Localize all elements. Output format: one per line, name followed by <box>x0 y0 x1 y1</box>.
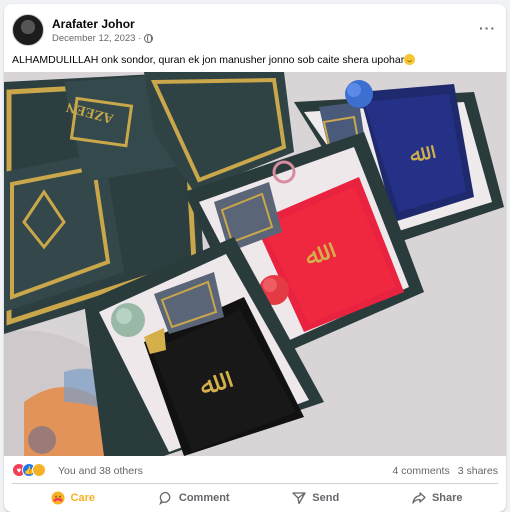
post-meta: December 12, 2023 · <box>52 33 154 44</box>
reaction-icons[interactable]: ♥ 👍 <box>12 463 46 477</box>
send-label: Send <box>312 492 340 504</box>
shares-count[interactable]: 3 shares <box>458 465 498 477</box>
author-avatar[interactable] <box>12 14 44 46</box>
share-button[interactable]: Share <box>377 486 499 510</box>
send-button[interactable]: Send <box>255 486 377 510</box>
post-date[interactable]: December 12, 2023 · <box>52 33 141 44</box>
reactions-summary[interactable]: You and 38 others <box>58 465 143 477</box>
caption-text: ALHAMDULILLAH onk sondor, quran ek jon m… <box>12 54 405 66</box>
post-photo[interactable]: AZEEN ﷲ ﷲ ﷲ <box>4 72 506 456</box>
comment-icon <box>159 491 171 505</box>
globe-icon <box>144 34 154 43</box>
photo-illustration: AZEEN ﷲ ﷲ ﷲ <box>4 72 506 456</box>
care-emoji-icon <box>51 491 65 505</box>
comment-button[interactable]: Comment <box>134 486 256 510</box>
share-label: Share <box>431 492 463 504</box>
actions-divider <box>12 483 498 484</box>
care-label: Care <box>70 492 95 504</box>
care-reaction-icon <box>32 463 46 477</box>
comments-count[interactable]: 4 comments <box>393 465 450 477</box>
send-icon <box>292 492 306 505</box>
share-arrow-icon <box>412 492 426 504</box>
engagement-counts: 4 comments 3 shares <box>393 465 498 477</box>
care-button[interactable]: Care <box>12 486 134 510</box>
smiling-emoji-icon <box>404 54 416 65</box>
post-caption: ALHAMDULILLAH onk sondor, quran ek jon m… <box>12 54 498 66</box>
post-actions: Care Comment Send Share <box>12 486 498 510</box>
comment-label: Comment <box>178 492 230 504</box>
more-options-button[interactable]: ··· <box>479 20 496 36</box>
reaction-stats: ♥ 👍 You and 38 others 4 comments 3 share… <box>12 460 498 480</box>
author-name[interactable]: Arafater Johor <box>52 17 135 31</box>
post-card: Arafater Johor December 12, 2023 · ··· A… <box>4 4 506 512</box>
post-header: Arafater Johor December 12, 2023 · ··· <box>12 14 498 48</box>
